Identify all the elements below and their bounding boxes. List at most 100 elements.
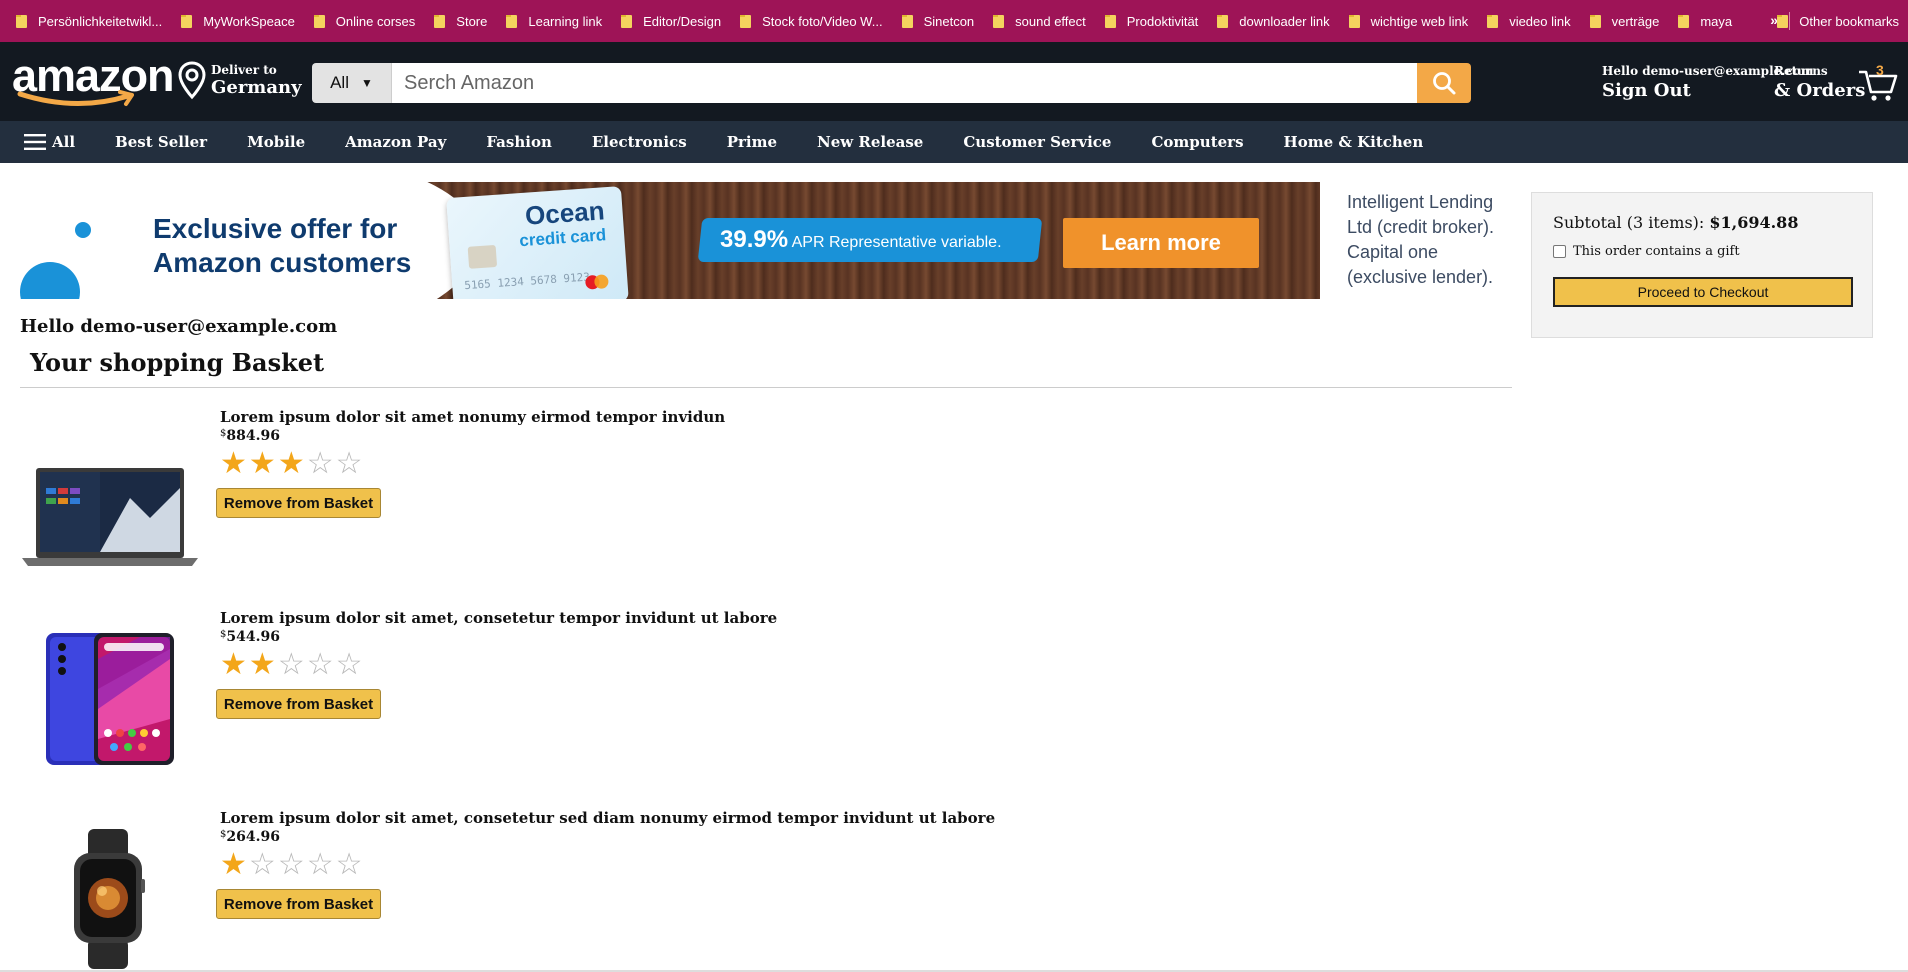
- folder-icon: [181, 14, 193, 28]
- basket-item: Lorem ipsum dolor sit amet, consetetur t…: [20, 609, 1220, 789]
- deliver-to[interactable]: Deliver to Germany: [176, 60, 302, 100]
- item-price: $264.96: [220, 829, 280, 845]
- star-empty-icon: ☆: [248, 847, 276, 882]
- bookmark-item[interactable]: Learning link: [506, 14, 602, 29]
- returns-orders[interactable]: Returns & Orders: [1774, 64, 1865, 101]
- banner-offer: Exclusive offer for Amazon customers: [153, 212, 411, 280]
- basket-item: Lorem ipsum dolor sit amet, consetetur s…: [20, 809, 1220, 972]
- item-title[interactable]: Lorem ipsum dolor sit amet, consetetur t…: [220, 609, 777, 627]
- nav-all-button[interactable]: All: [24, 133, 75, 151]
- amazon-logo[interactable]: amazon: [12, 52, 175, 108]
- bookmark-label: downloader link: [1239, 13, 1330, 29]
- bookmark-label: wichtige web link: [1370, 13, 1469, 29]
- basket-item: Lorem ipsum dolor sit amet nonumy eirmod…: [20, 408, 1220, 588]
- bookmark-item[interactable]: Persönlichkeitetwikl...: [16, 14, 162, 29]
- search-icon: [1433, 72, 1456, 95]
- item-title[interactable]: Lorem ipsum dolor sit amet, consetetur s…: [220, 809, 995, 827]
- remove-from-basket-button[interactable]: Remove from Basket: [216, 689, 381, 719]
- bookmark-item[interactable]: Sinetcon: [901, 13, 975, 29]
- bookmark-label: Store: [456, 13, 488, 29]
- proceed-to-checkout-button[interactable]: Proceed to Checkout: [1553, 277, 1853, 307]
- mastercard-logo-icon: [585, 274, 612, 290]
- folder-icon: [1217, 14, 1229, 28]
- smile-arrow-icon: [17, 90, 134, 107]
- banner-lender-text: Intelligent Lending Ltd (credit broker).…: [1347, 192, 1495, 287]
- nav-item[interactable]: Home & Kitchen: [1284, 133, 1424, 151]
- bookmark-label: Prodoktivität: [1126, 13, 1199, 29]
- bookmark-label: Stock foto/Video W...: [762, 13, 883, 29]
- star-rating: ★ ★ ★ ☆ ☆: [220, 448, 365, 480]
- folder-icon: [901, 14, 913, 28]
- phone-image: [46, 633, 174, 765]
- bookmark-label: Sinetcon: [923, 13, 975, 29]
- bookmark-item[interactable]: wichtige web link: [1348, 13, 1469, 29]
- returns-label: Returns: [1774, 64, 1828, 78]
- deliver-to-label: Deliver to: [211, 62, 277, 77]
- nav-item[interactable]: Prime: [727, 133, 777, 151]
- bookmark-item[interactable]: viedeo link: [1487, 14, 1571, 29]
- bookmark-item[interactable]: maya: [1678, 14, 1732, 29]
- folder-icon: [740, 14, 752, 28]
- search-category-select[interactable]: All ▼: [312, 63, 392, 103]
- other-bookmarks[interactable]: Other bookmarks: [1777, 0, 1908, 42]
- nav-item[interactable]: Computers: [1151, 133, 1243, 151]
- learn-more-button[interactable]: Learn more: [1063, 218, 1259, 268]
- nav-item[interactable]: Fashion: [486, 133, 552, 151]
- price-value: 264.96: [226, 829, 280, 845]
- bookmark-label: Online corses: [335, 13, 416, 29]
- bookmark-item[interactable]: Store: [434, 14, 487, 29]
- bookmark-item[interactable]: downloader link: [1217, 13, 1330, 29]
- star-filled-icon: ★: [220, 446, 247, 481]
- basket-title: Your shopping Basket: [30, 348, 325, 377]
- nav-item[interactable]: Best Seller: [115, 133, 207, 151]
- bookmark-label: MyWorkSpeace: [203, 13, 295, 29]
- gift-option[interactable]: This order contains a gift: [1553, 244, 1851, 259]
- search-button[interactable]: [1417, 63, 1471, 103]
- remove-from-basket-button[interactable]: Remove from Basket: [216, 889, 381, 919]
- offer-line-2: Amazon customers: [153, 247, 412, 278]
- nav-item[interactable]: New Release: [817, 133, 923, 151]
- bookmark-label: maya: [1700, 13, 1733, 29]
- chevron-down-icon: ▼: [361, 76, 373, 90]
- search-bar: All ▼: [312, 63, 1471, 103]
- star-filled-icon: ★: [220, 647, 247, 682]
- card-chip-icon: [467, 244, 498, 269]
- star-rating: ★ ★ ☆ ☆ ☆: [220, 649, 365, 681]
- bookmark-item[interactable]: sound effect: [993, 14, 1086, 29]
- subtotal-label: Subtotal (3 items):: [1553, 213, 1705, 232]
- folder-icon: [621, 14, 633, 28]
- search-input[interactable]: [392, 63, 1417, 103]
- bookmark-item[interactable]: Online corses: [313, 13, 416, 29]
- subtotal-amount: $1,694.88: [1709, 213, 1799, 232]
- star-empty-icon: ☆: [335, 847, 363, 882]
- bookmark-item[interactable]: Stock foto/Video W...: [740, 13, 883, 29]
- hello-user: Hello demo-user@example.com: [20, 316, 338, 337]
- nav-item[interactable]: Amazon Pay: [345, 133, 446, 151]
- bookmark-item[interactable]: Editor/Design: [621, 14, 721, 29]
- gift-checkbox[interactable]: [1553, 245, 1566, 258]
- apr-value: 39.9%: [720, 226, 789, 253]
- offer-line-1: Exclusive offer for: [153, 213, 398, 244]
- bookmark-item[interactable]: MyWorkSpeace: [181, 14, 295, 29]
- nav-item[interactable]: Electronics: [592, 133, 687, 151]
- laptop-image: [22, 468, 198, 566]
- item-title[interactable]: Lorem ipsum dolor sit amet nonumy eirmod…: [220, 408, 725, 426]
- promo-banner[interactable]: Exclusive offer for Amazon customers Oce…: [20, 182, 1320, 299]
- bookmark-item[interactable]: Prodoktivität: [1104, 13, 1199, 29]
- nav-item[interactable]: Customer Service: [963, 133, 1111, 151]
- apr-description: APR Representative variable.: [791, 234, 1002, 251]
- folder-icon: [1104, 14, 1116, 28]
- cart-button[interactable]: 3: [1856, 62, 1900, 104]
- item-price: $544.96: [220, 629, 280, 645]
- folder-icon: [434, 14, 446, 28]
- bookmark-item[interactable]: verträge: [1589, 14, 1659, 29]
- subtotal-line: Subtotal (3 items): $1,694.88: [1553, 213, 1851, 232]
- star-filled-icon: ★: [248, 446, 276, 481]
- remove-from-basket-button[interactable]: Remove from Basket: [216, 488, 381, 518]
- star-empty-icon: ☆: [277, 847, 305, 882]
- deliver-country: Germany: [211, 76, 302, 98]
- gift-label: This order contains a gift: [1573, 244, 1740, 259]
- bookmark-list: Persönlichkeitetwikl... MyWorkSpeace Onlin…: [16, 14, 1751, 29]
- bookmark-label: Learning link: [528, 13, 603, 29]
- nav-item[interactable]: Mobile: [247, 133, 305, 151]
